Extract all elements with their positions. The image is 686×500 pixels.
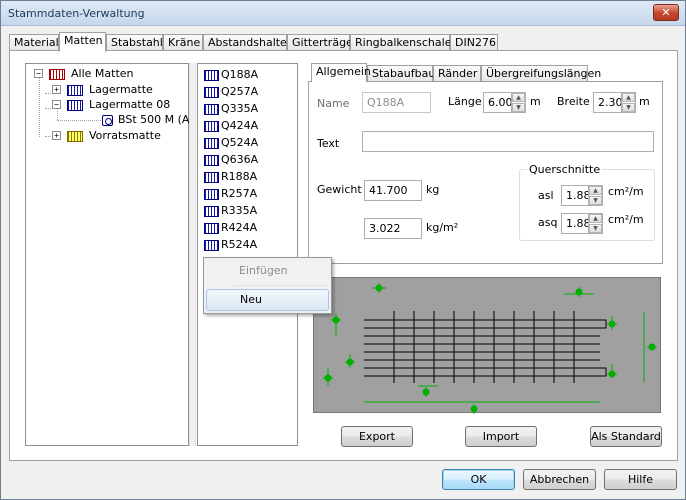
tab-material[interactable]: Material — [9, 34, 59, 51]
mesh-blue-icon — [67, 100, 83, 111]
set-as-standard-button[interactable]: Als Standard — [590, 426, 662, 447]
width-spinner[interactable]: ▲ ▼ — [622, 92, 636, 113]
dialog-window: Stammdaten-Verwaltung ✕ Material Matten … — [0, 0, 686, 500]
width-unit: m — [639, 95, 650, 108]
mat-preview — [313, 277, 661, 414]
menu-item-new[interactable]: Neu — [206, 289, 329, 311]
asq-unit: cm²/m — [608, 213, 644, 226]
subtab-allgemein[interactable]: Allgemein — [311, 63, 371, 82]
import-button[interactable]: Import — [465, 426, 537, 447]
mesh-blue-icon — [204, 70, 219, 81]
menu-separator — [234, 285, 329, 286]
export-button[interactable]: Export — [341, 426, 413, 447]
asq-label: asq — [538, 216, 558, 229]
mesh-yellow-icon — [67, 131, 83, 142]
spin-down-icon[interactable]: ▼ — [512, 103, 525, 112]
subtab-uebergreifungslaengen[interactable]: Übergreifungslängen — [481, 65, 601, 82]
name-label: Name — [317, 97, 350, 110]
tree-line — [57, 108, 58, 120]
collapse-icon[interactable]: − — [34, 69, 43, 78]
cancel-button[interactable]: Abbrechen — [523, 469, 596, 490]
ok-button[interactable]: OK — [442, 469, 515, 490]
spin-up-icon[interactable]: ▲ — [589, 186, 602, 195]
tree-item-label: Vorratsmatte — [89, 129, 161, 142]
text-input[interactable] — [362, 131, 654, 152]
tree-line — [39, 77, 40, 137]
window-title: Stammdaten-Verwaltung — [8, 7, 145, 20]
cross-sections-title: Querschnitte — [527, 163, 603, 176]
close-button[interactable]: ✕ — [653, 4, 679, 21]
tab-abstandshalter[interactable]: Abstandshalter — [203, 34, 291, 51]
mesh-blue-icon — [204, 206, 219, 217]
length-spinner[interactable]: ▲ ▼ — [512, 92, 526, 113]
spin-up-icon[interactable]: ▲ — [589, 214, 602, 223]
mesh-blue-icon — [204, 138, 219, 149]
mesh-blue-icon — [204, 121, 219, 132]
panel-splitter[interactable] — [189, 63, 196, 446]
asq-input[interactable]: 1.88 — [561, 213, 589, 234]
spin-down-icon[interactable]: ▼ — [589, 196, 602, 205]
tree-item-label: Lagermatte — [89, 83, 153, 96]
tab-matten[interactable]: Matten — [59, 32, 106, 52]
mesh-blue-icon — [204, 172, 219, 183]
expand-icon[interactable]: + — [52, 85, 61, 94]
mesh-drawing — [364, 311, 607, 383]
title-bar[interactable]: Stammdaten-Verwaltung ✕ — [1, 1, 685, 26]
name-field[interactable]: Q188A — [362, 92, 431, 113]
mesh-blue-icon — [204, 155, 219, 166]
mesh-blue-icon — [204, 240, 219, 251]
asq-spinner[interactable]: ▲ ▼ — [589, 213, 603, 234]
tab-kraene[interactable]: Kräne — [163, 34, 203, 51]
area-weight-unit: kg/m² — [426, 221, 459, 234]
tree-item-label: BSt 500 M (A) — [118, 113, 194, 126]
mat-list[interactable]: Q188A Q257A Q335A Q424A Q524A Q636A R188… — [197, 63, 298, 446]
tab-stabstahl[interactable]: Stabstahl — [106, 34, 163, 51]
mesh-red-icon — [49, 69, 65, 80]
length-input[interactable]: 6.00 — [483, 92, 512, 113]
expand-icon[interactable]: + — [52, 131, 61, 140]
spin-up-icon[interactable]: ▲ — [622, 93, 635, 102]
spin-down-icon[interactable]: ▼ — [589, 224, 602, 233]
subtab-raender[interactable]: Ränder — [433, 65, 481, 82]
spin-down-icon[interactable]: ▼ — [622, 103, 635, 112]
tree-item-label: Alle Matten — [71, 67, 134, 80]
collapse-icon[interactable]: − — [52, 100, 61, 109]
mesh-blue-icon — [204, 223, 219, 234]
tab-ringbalkenschalen[interactable]: Ringbalkenschalen — [350, 34, 458, 51]
subtab-stabaufbau[interactable]: Stabaufbau — [367, 65, 435, 82]
menu-item-insert[interactable]: Einfügen — [206, 260, 329, 282]
asl-unit: cm²/m — [608, 185, 644, 198]
mat-category-tree[interactable]: − Alle Matten + Lagermatte − Lagermatte … — [25, 63, 194, 446]
length-unit: m — [530, 95, 541, 108]
tree-item-label: Lagermatte 08 — [89, 98, 171, 111]
asl-input[interactable]: 1.88 — [561, 185, 589, 206]
tab-gittertraeger[interactable]: Gitterträger — [287, 34, 357, 51]
tab-din276[interactable]: DIN276 — [450, 34, 498, 51]
text-label: Text — [317, 137, 340, 150]
weight-label: Gewicht : — [317, 183, 369, 196]
asl-spinner[interactable]: ▲ ▼ — [589, 185, 603, 206]
width-label: Breite : — [557, 95, 597, 108]
tree-line — [57, 120, 101, 121]
mesh-blue-icon — [204, 189, 219, 200]
mesh-blue-icon — [204, 104, 219, 115]
mesh-blue-icon — [67, 85, 83, 96]
steel-grade-icon — [102, 115, 113, 126]
width-input[interactable]: 2.30 — [593, 92, 622, 113]
spin-up-icon[interactable]: ▲ — [512, 93, 525, 102]
mesh-blue-icon — [204, 87, 219, 98]
mat-drawing — [323, 283, 657, 414]
area-weight-field[interactable]: 3.022 — [364, 218, 422, 239]
dimension-markers — [323, 283, 657, 414]
asl-label: asl — [538, 189, 554, 202]
weight-field[interactable]: 41.700 — [364, 180, 422, 201]
context-menu: Einfügen Neu — [203, 257, 332, 314]
help-button[interactable]: Hilfe — [604, 469, 677, 490]
weight-unit: kg — [426, 183, 440, 196]
